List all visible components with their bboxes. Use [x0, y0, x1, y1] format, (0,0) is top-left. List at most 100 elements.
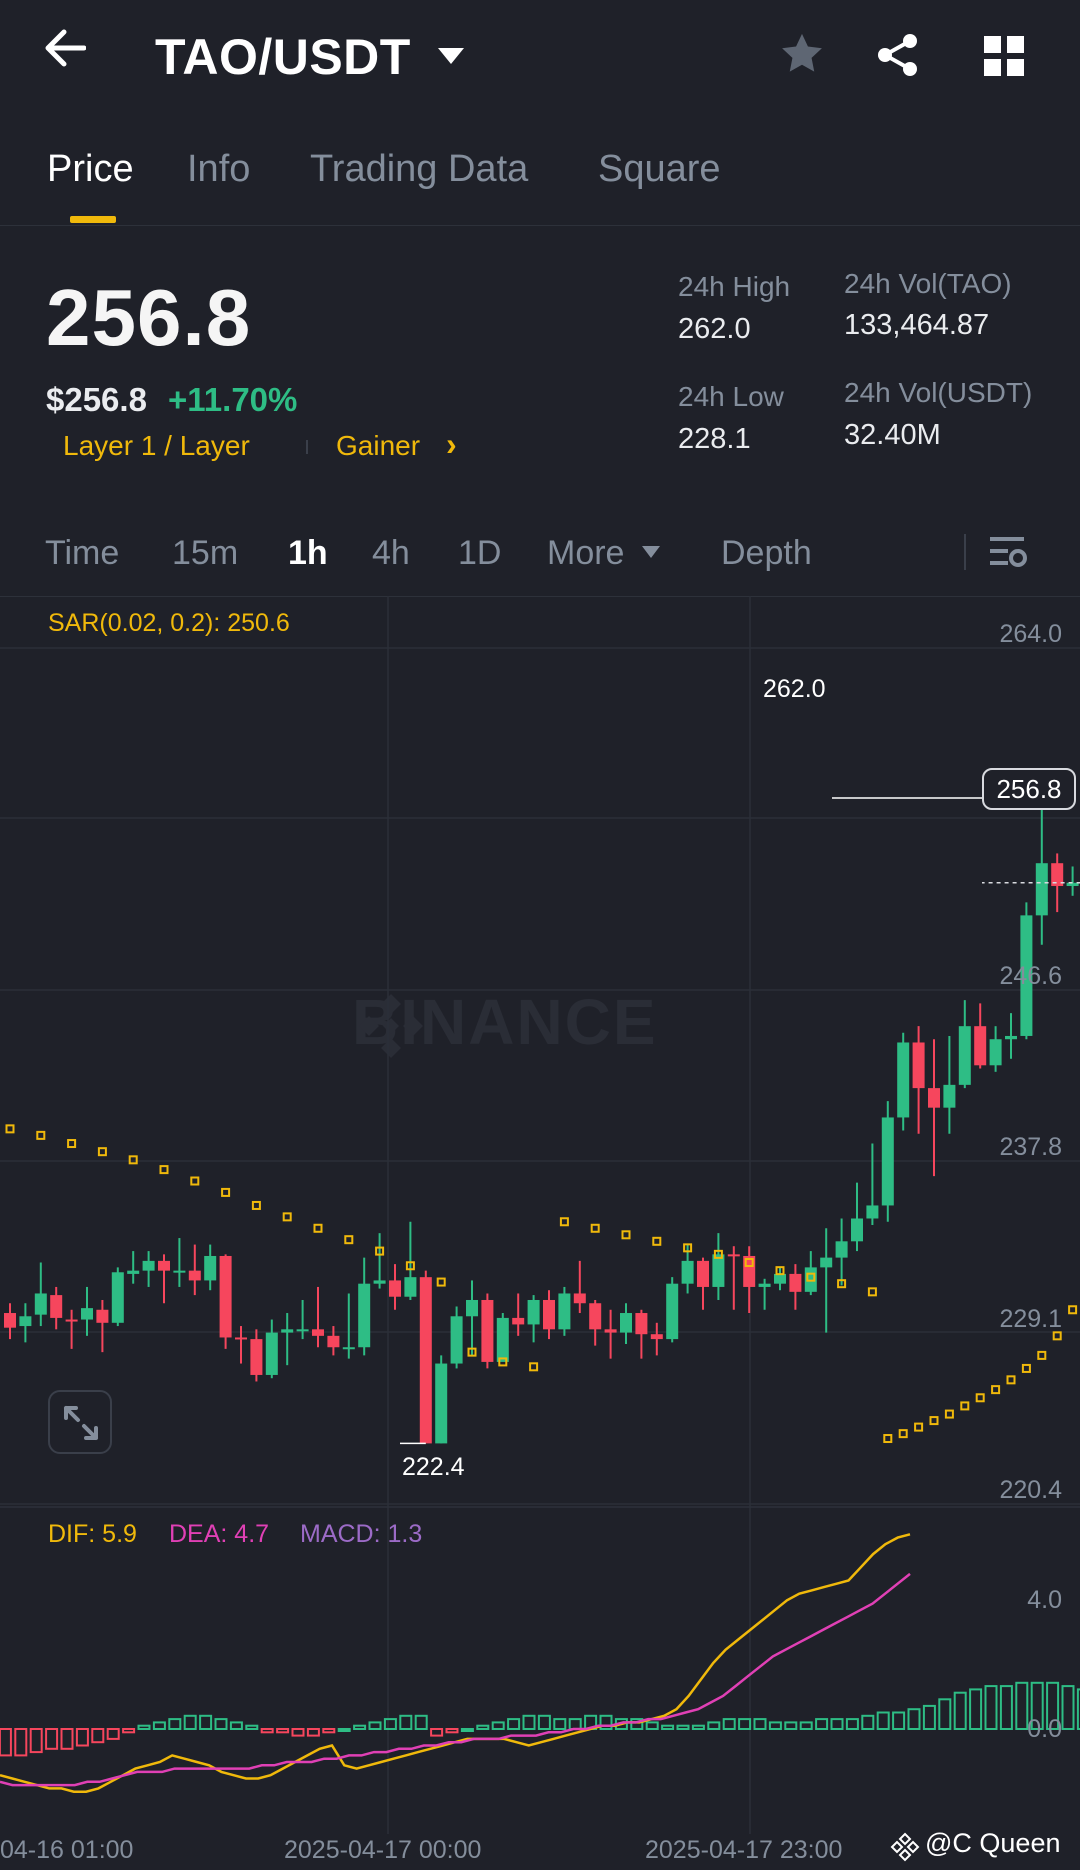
- interval-15m[interactable]: 15m: [172, 534, 238, 573]
- macd-histogram-bar: [984, 1685, 998, 1730]
- macd-histogram-bar: [537, 1714, 551, 1731]
- macd-histogram-bar: [892, 1711, 906, 1730]
- candle-body: [435, 1363, 448, 1444]
- macd-histogram-bar: [553, 1718, 567, 1730]
- candle-body: [820, 1257, 833, 1268]
- candle-body: [204, 1255, 217, 1281]
- y-tick: 237.8: [999, 1133, 1062, 1161]
- sar-dot: [1021, 1363, 1031, 1373]
- interval-more[interactable]: More: [547, 534, 624, 573]
- interval-depth[interactable]: Depth: [721, 534, 812, 573]
- macd-histogram-bar: [953, 1691, 967, 1730]
- stat-vol-quote-value: 32.40M: [844, 419, 941, 451]
- y-tick: 246.6: [999, 962, 1062, 990]
- candle-body: [312, 1329, 324, 1336]
- low-marker-label: 222.4: [402, 1453, 465, 1481]
- candle-body: [188, 1270, 201, 1281]
- candle-body: [697, 1260, 709, 1287]
- stat-high-value: 262.0: [678, 313, 751, 345]
- macd-histogram-bar: [322, 1728, 336, 1734]
- sar-dot: [1006, 1375, 1016, 1385]
- interval-1d[interactable]: 1D: [458, 534, 501, 573]
- candle-body: [543, 1299, 555, 1330]
- star-icon[interactable]: [779, 32, 825, 76]
- chart-settings-icon[interactable]: [988, 532, 1028, 572]
- caret-down-icon[interactable]: [436, 46, 466, 66]
- macd-histogram-bar: [445, 1728, 459, 1734]
- arrow-left-icon[interactable]: [44, 28, 86, 68]
- macd-histogram-bar: [845, 1718, 859, 1730]
- sar-dot: [590, 1223, 600, 1233]
- grid-icon[interactable]: [984, 36, 1024, 76]
- candle-body: [589, 1303, 602, 1330]
- interval-time[interactable]: Time: [45, 534, 119, 573]
- interval-1h[interactable]: 1h: [288, 534, 328, 573]
- macd-histogram-bar: [75, 1728, 89, 1747]
- candle-body: [958, 1026, 971, 1085]
- sar-dot: [313, 1223, 323, 1233]
- tab-info[interactable]: Info: [187, 148, 250, 191]
- sar-dot: [991, 1385, 1001, 1395]
- macd-histogram-bar: [938, 1698, 952, 1731]
- candle-body: [296, 1329, 309, 1332]
- more-caret-icon[interactable]: [641, 545, 661, 559]
- tab-trading-data[interactable]: Trading Data: [310, 148, 528, 191]
- x-tick: 2025-04-17 00:00: [284, 1836, 482, 1864]
- candle-body: [866, 1205, 879, 1219]
- y-tick: 264.0: [999, 620, 1062, 648]
- macd-histogram-bar: [784, 1721, 798, 1731]
- tab-price[interactable]: Price: [47, 148, 134, 191]
- candle-body: [173, 1270, 186, 1273]
- sar-dot: [621, 1230, 631, 1240]
- macd-histogram-bar: [676, 1724, 690, 1730]
- candle-body: [142, 1260, 155, 1271]
- candle-body: [681, 1260, 694, 1284]
- macd-histogram-bar: [507, 1718, 521, 1730]
- tag-gainer[interactable]: Gainer: [336, 430, 420, 462]
- interval-4h[interactable]: 4h: [372, 534, 410, 573]
- candle-body: [712, 1254, 725, 1287]
- macd-histogram-bar: [738, 1718, 752, 1730]
- macd-y-tick: 4.0: [1027, 1586, 1062, 1614]
- y-tick: 220.4: [999, 1476, 1062, 1504]
- sar-dot: [97, 1147, 107, 1157]
- sar-indicator-label: SAR(0.02, 0.2): 250.6: [48, 609, 290, 637]
- candle-body: [527, 1299, 540, 1325]
- macd-histogram-bar: [14, 1728, 28, 1757]
- usd-price: $256.8: [46, 381, 147, 418]
- candle-body: [620, 1313, 632, 1333]
- chevron-right-icon[interactable]: ›: [446, 426, 457, 463]
- expand-chart-button[interactable]: [48, 1390, 112, 1454]
- candle-body: [373, 1280, 386, 1284]
- dea-line: [0, 1572, 911, 1787]
- macd-histogram-bar: [353, 1724, 367, 1730]
- candle-body: [158, 1260, 170, 1271]
- macd-histogram-bar: [969, 1688, 983, 1731]
- candle-body: [342, 1347, 355, 1350]
- sar-dot: [652, 1236, 662, 1246]
- price-chart[interactable]: [0, 596, 1080, 1870]
- stat-high-label: 24h High: [678, 271, 791, 302]
- expand-icon: [64, 1406, 98, 1440]
- tab-square[interactable]: Square: [598, 148, 721, 191]
- candle-body: [265, 1332, 278, 1375]
- candle-body: [389, 1280, 401, 1297]
- tag-layer[interactable]: Layer 1 / Layer: [63, 430, 250, 462]
- macd-histogram-bar: [168, 1718, 182, 1730]
- macd-histogram-bar: [799, 1721, 813, 1731]
- macd-histogram-bar: [183, 1714, 197, 1731]
- macd-histogram-bar: [106, 1728, 120, 1740]
- pair-title[interactable]: TAO/USDT: [155, 28, 411, 86]
- share-icon[interactable]: [876, 32, 920, 78]
- sar-dot: [1037, 1350, 1047, 1360]
- sar-dot: [975, 1393, 985, 1403]
- sar-dot: [559, 1217, 569, 1227]
- macd-histogram-bar: [276, 1728, 290, 1734]
- macd-histogram-bar: [430, 1728, 444, 1737]
- sar-dot: [529, 1362, 539, 1372]
- macd-histogram-bar: [876, 1711, 890, 1730]
- macd-dea-label: DEA: 4.7: [169, 1520, 270, 1548]
- macd-histogram-bar: [60, 1728, 74, 1750]
- last-price: 256.8: [46, 273, 252, 362]
- macd-histogram-bar: [815, 1718, 829, 1730]
